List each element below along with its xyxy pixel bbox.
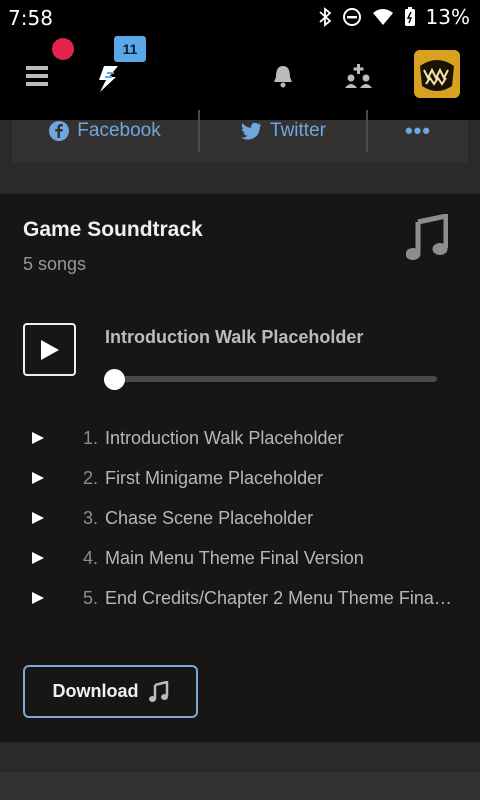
track-number: 2.: [82, 468, 98, 488]
download-label: Download: [52, 681, 139, 701]
battery-percent: 13%: [425, 5, 470, 29]
track-name: Introduction Walk Placeholder: [105, 428, 344, 448]
track-number: 1.: [82, 428, 98, 448]
play-icon[interactable]: [32, 512, 44, 524]
play-icon[interactable]: [32, 472, 44, 484]
track-number: 5.: [82, 588, 98, 608]
track-name: First Minigame Placeholder: [105, 468, 324, 488]
track-list: 1. Introduction Walk Placeholder 2. Firs…: [0, 418, 480, 618]
status-bar: 7:58 13%: [0, 0, 480, 36]
track-row[interactable]: 5. End Credits/Chapter 2 Menu Theme Fina…: [0, 578, 480, 618]
facebook-share-button[interactable]: Facebook: [12, 110, 200, 152]
facebook-icon: [49, 121, 70, 141]
track-name: Main Menu Theme Final Version: [105, 548, 364, 568]
track-row[interactable]: 2. First Minigame Placeholder: [0, 458, 480, 498]
more-share-button[interactable]: •••: [368, 110, 468, 152]
share-section: Facebook Twitter •••: [0, 110, 480, 194]
track-number: 3.: [82, 508, 98, 528]
progress-knob[interactable]: [104, 369, 125, 390]
avatar[interactable]: [414, 50, 460, 98]
menu-icon[interactable]: [26, 66, 48, 86]
twitter-icon: [241, 122, 262, 140]
song-count: 5 songs: [23, 254, 87, 274]
facebook-label: Facebook: [77, 120, 161, 141]
twitter-label: Twitter: [270, 120, 326, 141]
more-label: •••: [404, 118, 432, 143]
bolt-logo-icon[interactable]: [94, 64, 124, 94]
share-row: Facebook Twitter •••: [12, 110, 468, 162]
bluetooth-icon: [318, 7, 331, 27]
people-add-icon[interactable]: [345, 64, 373, 88]
wifi-icon: [372, 9, 393, 25]
notification-dot: [52, 38, 74, 60]
track-number: 4.: [82, 548, 98, 568]
play-icon[interactable]: [32, 592, 44, 604]
status-time: 7:58: [8, 6, 53, 30]
progress-track[interactable]: [115, 376, 437, 382]
download-button[interactable]: Download: [23, 665, 198, 718]
play-icon[interactable]: [32, 552, 44, 564]
do-not-disturb-icon: [342, 8, 361, 26]
twitter-share-button[interactable]: Twitter: [200, 110, 368, 152]
track-row[interactable]: 3. Chase Scene Placeholder: [0, 498, 480, 538]
bell-icon[interactable]: [272, 64, 294, 88]
track-row[interactable]: 4. Main Menu Theme Final Version: [0, 538, 480, 578]
play-icon[interactable]: [32, 432, 44, 444]
music-note-icon: [148, 680, 168, 702]
next-section-card: [0, 772, 480, 800]
now-playing-title: Introduction Walk Placeholder: [105, 327, 364, 347]
notification-badge: 11: [114, 36, 146, 62]
soundtrack-title: Game Soundtrack: [23, 218, 203, 241]
track-name: Chase Scene Placeholder: [105, 508, 314, 528]
track-row[interactable]: 1. Introduction Walk Placeholder: [0, 418, 480, 458]
soundtrack-card: Game Soundtrack 5 songs Introduction Wal…: [0, 194, 480, 742]
battery-icon: [404, 7, 415, 26]
status-icons: 13%: [318, 5, 470, 29]
play-icon: [41, 340, 59, 360]
music-note-icon: [406, 214, 448, 260]
player-play-button[interactable]: [23, 323, 76, 376]
track-name: End Credits/Chapter 2 Menu Theme Final V…: [105, 588, 455, 608]
